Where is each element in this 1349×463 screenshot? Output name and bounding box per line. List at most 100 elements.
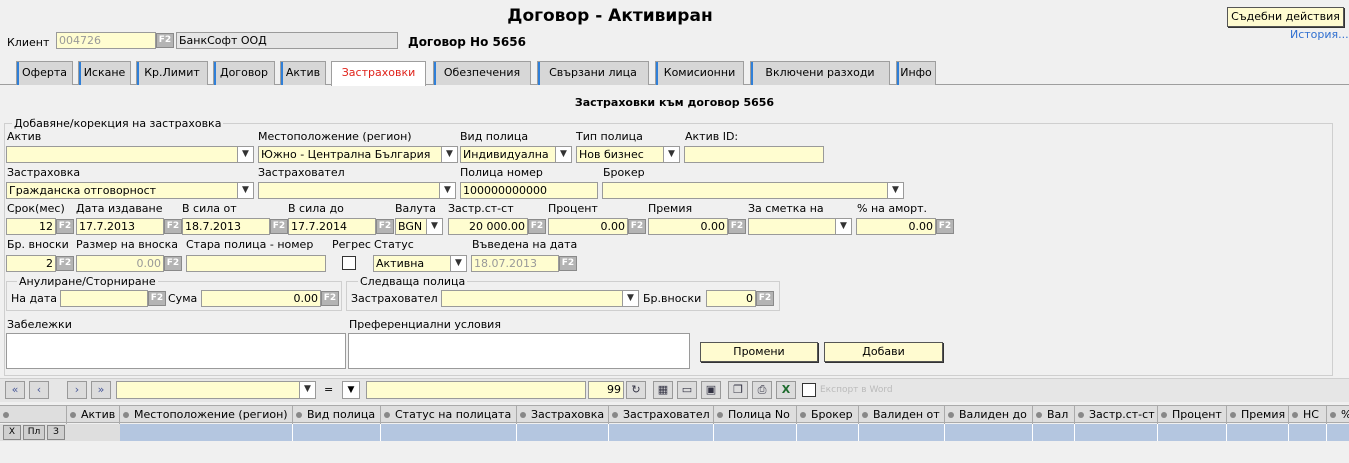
installments-f2-button[interactable]: F2 — [56, 256, 74, 271]
status-select[interactable]: Активна ▼ — [373, 255, 467, 272]
cancel-sum-f2-button[interactable]: F2 — [321, 291, 339, 306]
insured-value-f2-button[interactable]: F2 — [528, 219, 546, 234]
next-page-icon[interactable]: › — [67, 381, 87, 399]
tab-collateral[interactable]: Обезпечения — [433, 61, 531, 85]
history-link[interactable]: История... — [1290, 28, 1349, 41]
tab-included-costs[interactable]: Включени разходи — [750, 61, 890, 85]
tab-request[interactable]: Искане — [78, 61, 131, 85]
insurer-select[interactable]: ▼ — [258, 182, 456, 199]
percent-field[interactable]: 0.00 — [548, 218, 628, 235]
excel-export-icon[interactable]: X — [776, 381, 796, 399]
row-divider — [516, 424, 517, 441]
amortization-f2-button[interactable]: F2 — [936, 219, 954, 234]
old-policy-field[interactable] — [186, 255, 326, 272]
grid-col-premium[interactable]: Премия — [1227, 406, 1289, 424]
next-insurer-select[interactable]: ▼ — [441, 290, 639, 307]
grid-col-policy-no[interactable]: Полица No — [714, 406, 797, 424]
tab-insurances[interactable]: Застраховки — [331, 61, 426, 86]
asset-select[interactable]: ▼ — [6, 146, 254, 163]
notes-textarea[interactable] — [6, 333, 346, 369]
location-select[interactable]: Южно - Централна България ▼ — [258, 146, 458, 163]
first-page-icon[interactable]: « — [5, 381, 25, 399]
add-button[interactable]: Добави — [824, 342, 943, 362]
change-button[interactable]: Промени — [700, 342, 818, 362]
previous-page-icon[interactable]: ‹ — [29, 381, 49, 399]
next-installments-field[interactable]: 0 — [706, 290, 756, 307]
insurance-select[interactable]: Гражданска отговорност ▼ — [6, 182, 254, 199]
preferential-textarea[interactable] — [348, 333, 690, 369]
cancel-sum-field[interactable]: 0.00 — [201, 290, 321, 307]
valid-from-f2-button[interactable]: F2 — [270, 219, 288, 234]
grid-col-percent-amort[interactable]: % — [1327, 406, 1349, 424]
paid-by-select[interactable]: ▼ — [748, 218, 852, 235]
grid-col-percent[interactable]: Процент — [1158, 406, 1227, 424]
columns-icon[interactable]: ▦ — [653, 381, 673, 399]
grid-col-insurance[interactable]: Застраховка — [517, 406, 609, 424]
amortization-field[interactable]: 0.00 — [856, 218, 936, 235]
tab-info[interactable]: Инфо — [896, 61, 936, 85]
policy-type-select[interactable]: Нов бизнес ▼ — [576, 146, 680, 163]
regress-checkbox[interactable] — [342, 256, 356, 270]
page-size-field[interactable]: 99 — [588, 381, 624, 399]
refresh-icon[interactable]: ↻ — [626, 381, 646, 399]
tab-credit-limit[interactable]: Кр.Лимит — [136, 61, 208, 85]
valid-to-field[interactable]: 17.7.2014 — [288, 218, 376, 235]
grid-col-policy-status[interactable]: Статус на полицата — [381, 406, 517, 424]
installment-size-f2-button[interactable]: F2 — [164, 256, 182, 271]
term-field[interactable]: 12 — [6, 218, 56, 235]
open-folder-icon[interactable]: ▭ — [677, 381, 697, 399]
grid-col-broker[interactable]: Брокер — [797, 406, 859, 424]
term-f2-button[interactable]: F2 — [56, 219, 74, 234]
grid-col-valid-from[interactable]: Валиден от — [859, 406, 945, 424]
table-row[interactable] — [120, 424, 1349, 441]
row-insurance-button[interactable]: З — [47, 425, 65, 440]
tab-commissions[interactable]: Комисионни — [655, 61, 744, 85]
cancel-date-field[interactable] — [60, 290, 148, 307]
client-f2-button[interactable]: F2 — [156, 33, 174, 48]
client-code-field[interactable]: 004726 — [56, 32, 156, 49]
grid-col-policy-kind[interactable]: Вид полица — [293, 406, 381, 424]
issue-date-field[interactable]: 17.7.2013 — [76, 218, 164, 235]
grid-col-ns[interactable]: НС — [1289, 406, 1327, 424]
save-icon[interactable]: ▣ — [701, 381, 721, 399]
valid-from-field[interactable]: 18.7.2013 — [182, 218, 270, 235]
asset-id-field[interactable] — [684, 146, 824, 163]
sort-icon — [70, 412, 76, 418]
grid-col-location[interactable]: Местоположение (регион) — [120, 406, 293, 424]
row-payments-button[interactable]: Пл — [23, 425, 45, 440]
valid-to-f2-button[interactable]: F2 — [376, 219, 394, 234]
grid-col-asset[interactable]: Актив — [67, 406, 120, 424]
tab-asset[interactable]: Актив — [280, 61, 326, 85]
next-installments-f2-button[interactable]: F2 — [756, 291, 774, 306]
cancel-date-f2-button[interactable]: F2 — [148, 291, 166, 306]
currency-select[interactable]: BGN ▼ — [395, 218, 443, 235]
broker-select[interactable]: ▼ — [602, 182, 904, 199]
tab-offer[interactable]: Оферта — [16, 61, 73, 85]
tab-related-persons[interactable]: Свързани лица — [537, 61, 649, 85]
installment-size-field[interactable]: 0.00 — [76, 255, 164, 272]
chevron-down-icon[interactable]: ▼ — [342, 381, 360, 399]
tab-contract[interactable]: Договор — [213, 61, 275, 85]
entered-date-f2-button[interactable]: F2 — [559, 256, 577, 271]
filter-operator[interactable]: = — [324, 383, 333, 396]
grid-col-insured-value[interactable]: Застр.ст-ст — [1075, 406, 1158, 424]
policy-kind-select[interactable]: Индивидуална ▼ — [460, 146, 572, 163]
premium-field[interactable]: 0.00 — [648, 218, 728, 235]
word-export-checkbox[interactable] — [802, 383, 816, 397]
insured-value-field[interactable]: 20 000.00 — [448, 218, 528, 235]
installments-field[interactable]: 2 — [6, 255, 56, 272]
issue-date-f2-button[interactable]: F2 — [164, 219, 182, 234]
filter-value-field[interactable] — [366, 381, 586, 399]
copy-icon[interactable]: ❐ — [728, 381, 748, 399]
legal-actions-button[interactable]: Съдебни действия — [1227, 7, 1344, 27]
filter-column-select[interactable]: ▼ — [116, 381, 316, 399]
percent-f2-button[interactable]: F2 — [628, 219, 646, 234]
grid-col-insurer[interactable]: Застраховател — [609, 406, 714, 424]
row-delete-button[interactable]: X — [3, 425, 21, 440]
print-icon[interactable]: ⎙ — [752, 381, 772, 399]
grid-col-currency[interactable]: Вал — [1033, 406, 1075, 424]
premium-f2-button[interactable]: F2 — [728, 219, 746, 234]
policy-number-field[interactable]: 100000000000 — [460, 182, 598, 199]
last-page-icon[interactable]: » — [91, 381, 111, 399]
grid-col-valid-to[interactable]: Валиден до — [945, 406, 1033, 424]
